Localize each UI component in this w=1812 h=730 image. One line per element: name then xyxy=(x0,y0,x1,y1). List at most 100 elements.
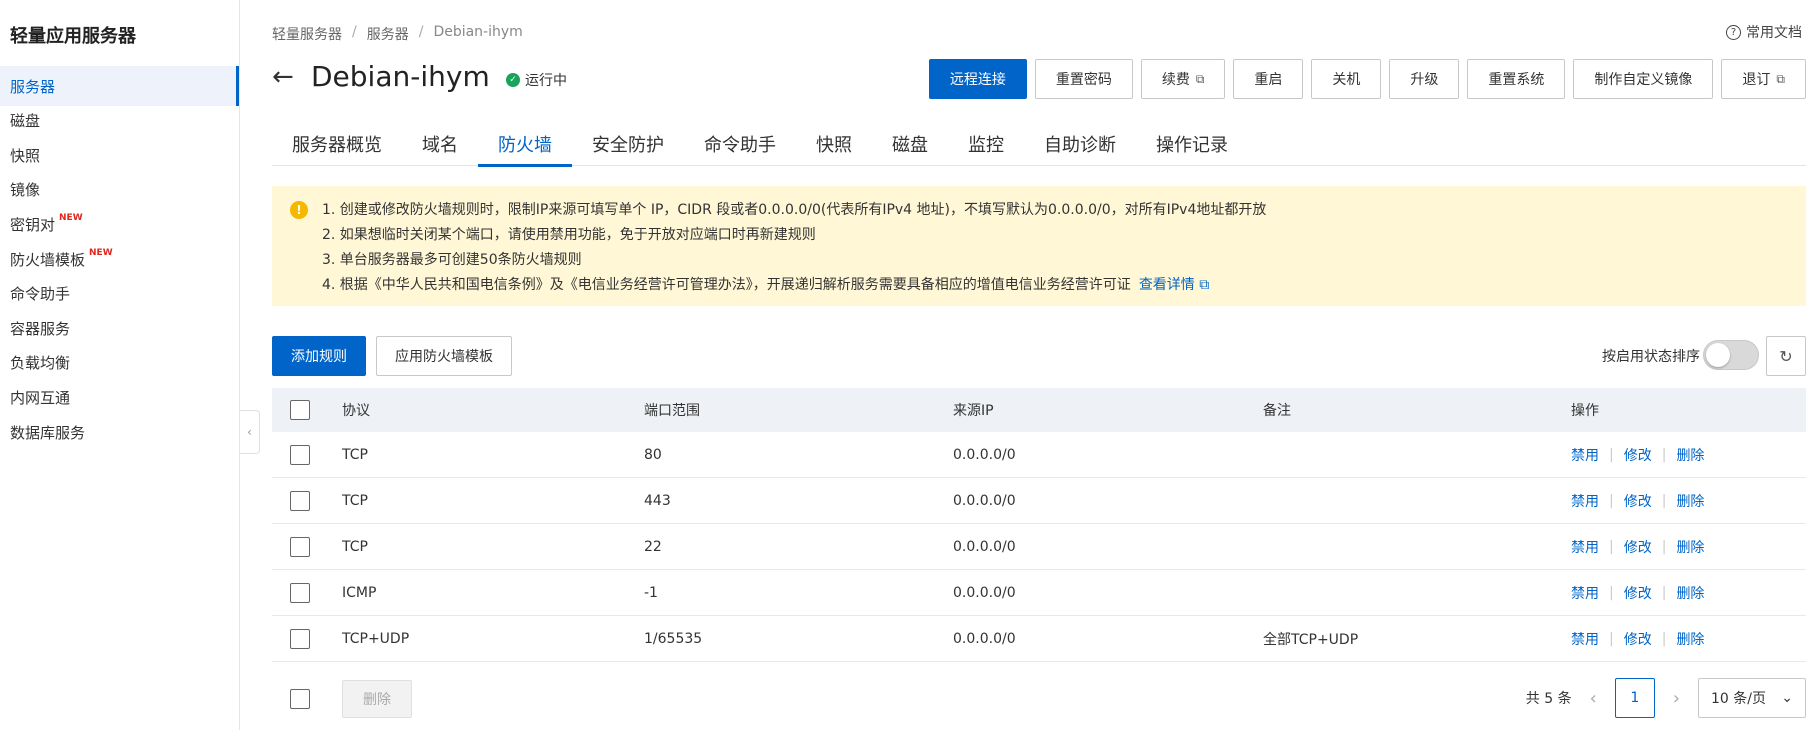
action-button[interactable]: 重启 xyxy=(1233,59,1304,99)
cell-port-range: 1/65535 xyxy=(644,630,703,647)
help-docs-link[interactable]: ? 常用文档 xyxy=(1726,22,1802,42)
table-row: TCP 443 0.0.0.0/0 禁用 | 修改 | 删除 xyxy=(272,478,1806,524)
tab[interactable]: 域名 xyxy=(402,124,478,166)
page-number[interactable]: 1 xyxy=(1614,678,1655,718)
action-button[interactable]: 升级 xyxy=(1389,59,1460,99)
header-note: 备注 xyxy=(1263,403,1291,419)
delete-link[interactable]: 删除 xyxy=(1676,491,1704,511)
disable-link[interactable]: 禁用 xyxy=(1571,491,1599,511)
sort-by-status-toggle[interactable] xyxy=(1703,340,1759,370)
action-button-label: 升级 xyxy=(1410,72,1439,88)
cell-note: 全部TCP+UDP xyxy=(1263,631,1359,648)
action-bar: 远程连接 重置密码 续费 ⧉ 重启 关机 升级 重置系统 制作自定义镜像 退订 ⧉ xyxy=(928,59,1806,99)
help-docs-label: 常用文档 xyxy=(1746,25,1802,41)
view-details-link[interactable]: 查看详情 ⧉ xyxy=(1139,277,1209,293)
cell-actions: 禁用 | 修改 | 删除 xyxy=(1571,583,1806,603)
sidebar-item-label: 负载均衡 xyxy=(10,354,71,373)
breadcrumb-item-lighthouse[interactable]: 轻量服务器 xyxy=(272,24,342,44)
cell-protocol: ICMP xyxy=(342,584,377,601)
total-count: 共 5 条 xyxy=(1525,691,1572,707)
new-badge: NEW xyxy=(59,213,83,224)
notice-line: 2. 如果想临时关闭某个端口，请使用禁用功能，免于开放对应端口时再新建规则 xyxy=(322,227,816,243)
row-checkbox[interactable] xyxy=(290,444,310,465)
tab-bar: 服务器概览 域名 防火墙 安全防护 命令助手 快照 磁盘 监控 自助诊断 操作记录 xyxy=(272,124,1806,167)
edit-link[interactable]: 修改 xyxy=(1624,491,1652,511)
sidebar-item[interactable]: 数据库服务 xyxy=(0,412,239,452)
row-checkbox[interactable] xyxy=(290,490,310,511)
cell-source-ip: 0.0.0.0/0 xyxy=(953,584,1016,601)
prev-page-icon[interactable]: ‹ xyxy=(1590,688,1597,709)
sidebar-item-label: 快照 xyxy=(10,146,41,165)
delete-link[interactable]: 删除 xyxy=(1676,629,1704,649)
tab[interactable]: 服务器概览 xyxy=(272,124,402,166)
footer-select-all-checkbox[interactable] xyxy=(290,689,310,709)
cell-actions: 禁用 | 修改 | 删除 xyxy=(1571,537,1806,557)
pagination: 共 5 条 ‹ 1 › 10 条/页 ⌄ xyxy=(1526,678,1806,718)
sidebar-collapse-icon[interactable]: ‹ xyxy=(240,410,260,454)
row-checkbox[interactable] xyxy=(290,582,310,603)
delete-link[interactable]: 删除 xyxy=(1676,583,1704,603)
tab[interactable]: 自助诊断 xyxy=(1024,124,1136,166)
cell-actions: 禁用 | 修改 | 删除 xyxy=(1571,445,1806,465)
apply-template-button[interactable]: 应用防火墙模板 xyxy=(376,336,512,376)
op-separator: | xyxy=(1661,584,1667,601)
sidebar-item-label: 镜像 xyxy=(10,181,41,200)
op-separator: | xyxy=(1609,584,1614,601)
notice-banner: ! 1. 创建或修改防火墙规则时，限制IP来源可填写单个 IP，CIDR 段或者… xyxy=(272,186,1806,306)
action-button[interactable]: 制作自定义镜像 xyxy=(1573,59,1714,99)
sidebar-item-label: 命令助手 xyxy=(10,285,71,304)
breadcrumb-item-current: Debian-ihym xyxy=(433,24,523,40)
edit-link[interactable]: 修改 xyxy=(1624,445,1652,465)
cell-port-range: 22 xyxy=(644,538,662,555)
breadcrumb-separator: / xyxy=(418,24,424,40)
action-button[interactable]: 重置系统 xyxy=(1467,59,1566,99)
op-separator: | xyxy=(1609,446,1614,463)
delete-link[interactable]: 删除 xyxy=(1676,445,1704,465)
sidebar-item-label: 防火墙模板 xyxy=(10,250,86,269)
disable-link[interactable]: 禁用 xyxy=(1571,445,1599,465)
page-size-select[interactable]: 10 条/页 ⌄ xyxy=(1698,678,1806,718)
action-button-label: 重启 xyxy=(1254,72,1283,88)
edit-link[interactable]: 修改 xyxy=(1624,537,1652,557)
breadcrumb-item-servers[interactable]: 服务器 xyxy=(367,24,409,44)
action-button[interactable]: 关机 xyxy=(1311,59,1382,99)
cell-protocol: TCP xyxy=(342,492,368,509)
external-link-icon: ⧉ xyxy=(1199,277,1210,293)
row-checkbox[interactable] xyxy=(290,536,310,557)
select-all-checkbox[interactable] xyxy=(290,400,310,420)
edit-link[interactable]: 修改 xyxy=(1624,583,1652,603)
check-circle-icon: ✓ xyxy=(506,73,520,87)
cell-source-ip: 0.0.0.0/0 xyxy=(953,538,1016,555)
tab[interactable]: 命令助手 xyxy=(684,124,796,166)
tab[interactable]: 安全防护 xyxy=(572,124,684,166)
refresh-icon[interactable]: ↻ xyxy=(1766,336,1806,376)
action-button[interactable]: 退订 ⧉ xyxy=(1721,59,1806,99)
next-page-icon[interactable]: › xyxy=(1673,688,1680,709)
back-arrow-icon[interactable]: ← xyxy=(272,62,294,92)
add-rule-button[interactable]: 添加规则 xyxy=(272,336,366,376)
tab[interactable]: 监控 xyxy=(948,124,1024,166)
tab[interactable]: 防火墙 xyxy=(478,124,572,167)
batch-delete-button[interactable]: 删除 xyxy=(342,680,412,718)
edit-link[interactable]: 修改 xyxy=(1624,629,1652,649)
action-button[interactable]: 重置密码 xyxy=(1034,59,1133,99)
sort-by-status-label: 按启用状态排序 xyxy=(1602,349,1700,365)
notice-line: 1. 创建或修改防火墙规则时，限制IP来源可填写单个 IP，CIDR 段或者0.… xyxy=(322,202,1267,218)
row-checkbox[interactable] xyxy=(290,628,310,649)
tab[interactable]: 快照 xyxy=(796,124,872,166)
tab[interactable]: 操作记录 xyxy=(1136,124,1248,166)
table-header: 协议 端口范围 来源IP 备注 操作 xyxy=(272,388,1806,432)
disable-link[interactable]: 禁用 xyxy=(1571,629,1599,649)
action-button[interactable]: 远程连接 xyxy=(928,59,1027,99)
action-button[interactable]: 续费 ⧉ xyxy=(1140,59,1226,99)
tab[interactable]: 磁盘 xyxy=(872,124,948,166)
action-button-label: 重置系统 xyxy=(1488,72,1545,88)
cell-protocol: TCP xyxy=(342,446,368,463)
disable-link[interactable]: 禁用 xyxy=(1571,537,1599,557)
disable-link[interactable]: 禁用 xyxy=(1571,583,1599,603)
cell-actions: 禁用 | 修改 | 删除 xyxy=(1571,491,1806,511)
toggle-knob xyxy=(1706,343,1730,367)
action-button-label: 关机 xyxy=(1332,72,1361,88)
delete-link[interactable]: 删除 xyxy=(1676,537,1704,557)
status-badge: ✓ 运行中 xyxy=(506,70,567,90)
